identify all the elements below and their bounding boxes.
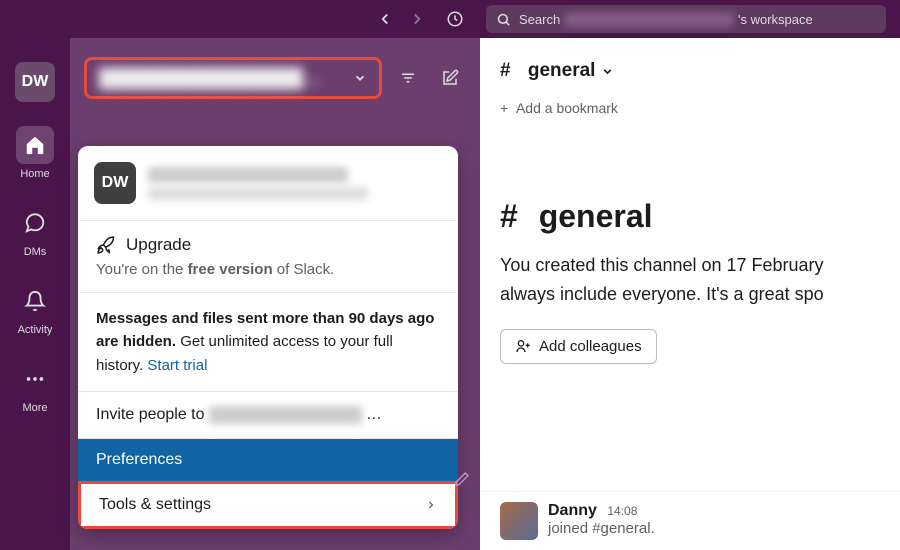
add-bookmark-button[interactable]: + Add a bookmark <box>500 100 880 116</box>
left-rail: DW Home DMs Activity More <box>0 38 70 550</box>
rail-more[interactable]: More <box>16 360 54 414</box>
bell-icon <box>24 290 46 312</box>
workspace-name-blurred: ████████████████… <box>99 68 347 89</box>
channel-title-dropdown[interactable]: # general <box>500 60 880 82</box>
message-author[interactable]: Danny <box>548 502 597 519</box>
rail-label: Activity <box>18 324 53 336</box>
more-icon <box>24 368 46 390</box>
upgrade-title: Upgrade <box>126 235 191 255</box>
workspace-switcher[interactable]: DW <box>15 62 55 102</box>
channel-pane: # general + Add a bookmark # general You… <box>480 38 900 550</box>
upgrade-subtitle: You're on the free version of Slack. <box>96 261 440 278</box>
message-time: 14:08 <box>607 504 637 518</box>
filter-icon[interactable] <box>392 62 424 94</box>
menu-workspace-name-blurred <box>148 167 348 183</box>
channel-heading: # general <box>500 198 880 235</box>
edit-pencil-icon[interactable] <box>454 471 470 492</box>
menu-invite-item[interactable]: Invite people to ██████████ … <box>78 392 458 438</box>
menu-tools-settings[interactable]: Tools & settings <box>78 481 458 529</box>
chevron-down-icon <box>601 65 614 78</box>
message-text: joined #general. <box>548 520 655 537</box>
compose-icon[interactable] <box>434 62 466 94</box>
chevron-right-icon <box>425 499 437 511</box>
menu-workspace-header[interactable]: DW <box>78 146 458 220</box>
rail-label: Home <box>20 168 49 180</box>
history-clock-icon[interactable] <box>442 6 468 32</box>
search-input[interactable]: Search ██████████████████ 's workspace <box>486 5 886 33</box>
start-trial-link[interactable]: Start trial <box>147 357 207 374</box>
person-add-icon <box>515 338 531 354</box>
rocket-icon <box>96 235 116 255</box>
menu-preferences[interactable]: Preferences <box>78 439 458 481</box>
workspace-menu: DW Upgrade You're on the free version of… <box>78 146 458 529</box>
rail-label: More <box>22 402 47 414</box>
menu-workspace-sub-blurred <box>148 187 368 200</box>
forward-arrow-icon[interactable] <box>404 6 430 32</box>
search-placeholder: Search ██████████████████ 's workspace <box>519 12 813 27</box>
rail-activity[interactable]: Activity <box>16 282 54 336</box>
menu-upgrade-section[interactable]: Upgrade You're on the free version of Sl… <box>78 221 458 292</box>
add-colleagues-button[interactable]: Add colleagues <box>500 329 657 364</box>
menu-history-section: Messages and files sent more than 90 day… <box>78 293 458 391</box>
workspace-name-dropdown[interactable]: ████████████████… <box>84 57 382 99</box>
sidebar: ████████████████… 1 DW <box>70 38 480 550</box>
channel-description: You created this channel on 17 February … <box>500 251 880 309</box>
avatar[interactable] <box>500 502 538 540</box>
message-row[interactable]: Danny 14:08 joined #general. <box>480 491 900 550</box>
menu-workspace-badge: DW <box>94 162 136 204</box>
dms-icon <box>24 212 46 234</box>
chevron-down-icon <box>353 71 367 85</box>
back-arrow-icon[interactable] <box>372 6 398 32</box>
top-bar: Search ██████████████████ 's workspace <box>0 0 900 38</box>
home-icon <box>24 134 46 156</box>
search-icon <box>496 12 511 27</box>
rail-home[interactable]: Home <box>16 126 54 180</box>
rail-dms[interactable]: DMs <box>16 204 54 258</box>
rail-label: DMs <box>24 246 47 258</box>
